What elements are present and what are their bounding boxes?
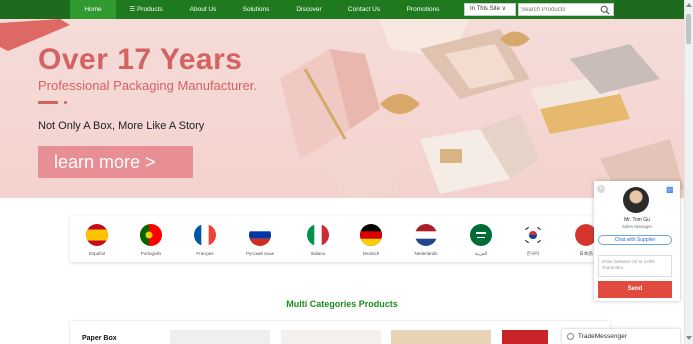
chat-widget: × ▩ Mr. Tom Gu Sales Manager Chat with S… [594,181,680,301]
spain-flag-icon [86,224,108,246]
language-label: Português [140,251,162,256]
nav-home[interactable]: Home [70,0,116,19]
scroll-down-arrow-icon[interactable] [686,336,692,340]
top-navigation: Home ☰ Products About Us Solutions Disco… [0,0,684,19]
category-card: Paper Box [70,321,610,344]
agent-role: Sales Manager [621,224,653,229]
hero-divider-dot [64,101,67,104]
gift-box-illustration [280,19,684,198]
language-russian[interactable]: Русский язык [234,224,286,256]
germany-flag-icon [360,224,382,246]
language-italiano[interactable]: Italiano [292,224,344,256]
avatar [623,187,649,213]
language-label: Deutsch [362,251,380,256]
hero-title: Over 17 Years [38,43,243,76]
language-arabic[interactable]: العربية [455,224,507,257]
language-label: العربية [474,251,488,256]
language-nederlands[interactable]: Nederlands [400,224,452,256]
portugal-flag-icon [140,224,162,246]
nav-promotions[interactable]: Promotions [396,0,450,19]
language-label: 한국어 [526,251,540,256]
language-label: Русский язык [246,251,274,256]
hero-tagline: Not Only A Box, More Like A Story [38,120,205,132]
nav-solutions[interactable]: Solutions [232,0,280,19]
language-francais[interactable]: Français [179,224,231,256]
language-espanol[interactable]: Español [71,224,123,256]
chat-bubble-icon [567,333,574,340]
product-thumbnail[interactable] [281,330,381,344]
language-label: Français [196,251,214,256]
search-scope-select[interactable]: In This Site ∨ [464,3,516,16]
close-icon[interactable]: × [597,185,605,193]
nav-discover[interactable]: Discover [286,0,332,19]
language-korean[interactable]: 한국어 [507,224,559,257]
nav-products[interactable]: ☰ Products [118,0,174,19]
netherlands-flag-icon [415,224,437,246]
language-deutsch[interactable]: Deutsch [345,224,397,256]
product-thumbnail[interactable] [502,330,548,344]
scrollbar[interactable] [684,0,693,344]
send-button[interactable]: Send [598,281,672,298]
korea-flag-icon [522,224,544,246]
category-label[interactable]: Paper Box [82,335,117,342]
learn-more-button[interactable]: learn more > [38,146,193,178]
russia-flag-icon [249,224,271,246]
search-input[interactable] [521,5,597,15]
search-icon[interactable] [600,5,610,15]
section-title: Multi Categories Products [286,299,398,309]
trade-messenger-label: TradeMessenger [578,333,627,340]
product-thumbnail[interactable] [391,330,491,344]
agent-name: Mr. Tom Gu [624,217,650,223]
message-textarea[interactable]: Enter between 20 to 4,000 characters. [598,255,672,277]
language-label: Italiano [310,251,326,256]
italy-flag-icon [307,224,329,246]
qr-code-icon[interactable]: ▩ [666,185,675,194]
language-label: Nederlands [414,251,438,256]
hero-subtitle: Professional Packaging Manufacturer. [38,78,257,93]
saudi-flag-icon [470,224,492,246]
nav-contact-us[interactable]: Contact Us [338,0,390,19]
search-box [518,3,614,16]
trade-messenger-bar[interactable]: TradeMessenger [562,329,680,344]
hero-divider [38,101,58,104]
scroll-up-arrow-icon[interactable] [686,3,692,7]
france-flag-icon [194,224,216,246]
chat-with-supplier-button[interactable]: Chat with Supplier [598,235,672,245]
language-label: Español [88,251,106,256]
nav-about-us[interactable]: About Us [180,0,226,19]
hero-banner: Over 17 Years Professional Packaging Man… [0,19,684,198]
product-thumbnail[interactable] [170,330,270,344]
page: Home ☰ Products About Us Solutions Disco… [0,0,693,344]
language-selector: Español Português Français Русский язык … [70,216,608,262]
scrollbar-thumb[interactable] [686,14,691,44]
language-portugues[interactable]: Português [125,224,177,256]
